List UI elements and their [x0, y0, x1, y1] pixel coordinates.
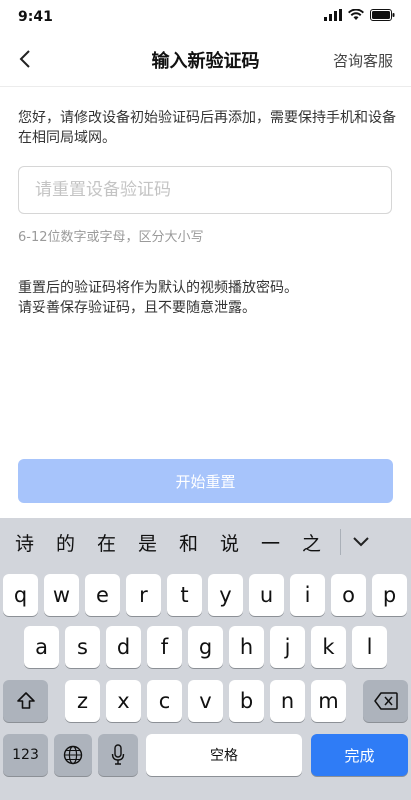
microphone-icon [111, 744, 125, 765]
shift-key[interactable] [3, 680, 48, 722]
key-o[interactable]: o [331, 574, 366, 616]
key-w[interactable]: w [44, 574, 79, 616]
key-x[interactable]: x [106, 680, 141, 722]
key-c[interactable]: c [147, 680, 182, 722]
delete-key[interactable] [363, 680, 408, 722]
note-line-1: 重置后的验证码将作为默认的视频播放密码。 [18, 280, 298, 296]
globe-key[interactable] [54, 734, 92, 776]
key-l[interactable]: l [352, 626, 387, 668]
signal-icon [324, 9, 342, 21]
status-time: 9:41 [18, 9, 53, 25]
expand-candidates-button[interactable] [341, 537, 381, 547]
customer-service-link[interactable]: 咨询客服 [333, 50, 393, 71]
chevron-down-icon [353, 537, 369, 547]
description-text: 您好，请修改设备初始验证码后再添加，需要保持手机和设备在相同局域网。 [18, 110, 396, 146]
key-z[interactable]: z [65, 680, 100, 722]
key-h[interactable]: h [229, 626, 264, 668]
key-g[interactable]: g [188, 626, 223, 668]
key-t[interactable]: t [167, 574, 202, 616]
reset-note: 重置后的验证码将作为默认的视频播放密码。 请妥善保存验证码，且不要随意泄露。 [18, 278, 398, 318]
candidate-word[interactable]: 在 [86, 529, 127, 556]
verification-code-field[interactable] [18, 166, 392, 214]
start-reset-button[interactable]: 开始重置 [18, 459, 393, 503]
key-u[interactable]: u [249, 574, 284, 616]
input-hint: 6-12位数字或字母，区分大小写 [18, 230, 204, 245]
nav-bar: 输入新验证码 咨询客服 [0, 32, 411, 87]
key-k[interactable]: k [311, 626, 346, 668]
candidate-word[interactable]: 一 [250, 529, 291, 556]
key-a[interactable]: a [24, 626, 59, 668]
keyboard: 诗 的 在 是 和 说 一 之 q w e r t y u i o p a s … [0, 518, 411, 800]
globe-icon [63, 745, 83, 765]
shift-icon [16, 692, 35, 709]
wifi-icon [348, 9, 364, 20]
key-b[interactable]: b [229, 680, 264, 722]
note-line-2: 请妥善保存验证码，且不要随意泄露。 [18, 300, 256, 316]
candidate-word[interactable]: 的 [45, 529, 86, 556]
key-p[interactable]: p [372, 574, 407, 616]
key-y[interactable]: y [208, 574, 243, 616]
microphone-key[interactable] [98, 734, 138, 776]
done-key[interactable]: 完成 [311, 734, 408, 776]
candidate-bar: 诗 的 在 是 和 说 一 之 [0, 518, 411, 566]
key-r[interactable]: r [126, 574, 161, 616]
key-v[interactable]: v [188, 680, 223, 722]
status-icons [324, 9, 395, 21]
key-e[interactable]: e [85, 574, 120, 616]
key-f[interactable]: f [147, 626, 182, 668]
candidate-word[interactable]: 说 [209, 529, 250, 556]
candidate-word[interactable]: 之 [291, 529, 332, 556]
candidate-word[interactable]: 诗 [4, 529, 45, 556]
key-j[interactable]: j [270, 626, 305, 668]
candidate-word[interactable]: 和 [168, 529, 209, 556]
key-i[interactable]: i [290, 574, 325, 616]
numbers-key[interactable]: 123 [3, 734, 48, 776]
battery-icon [370, 9, 395, 21]
key-q[interactable]: q [3, 574, 38, 616]
key-s[interactable]: s [65, 626, 100, 668]
space-key[interactable]: 空格 [146, 734, 302, 776]
candidate-word[interactable]: 是 [127, 529, 168, 556]
key-n[interactable]: n [270, 680, 305, 722]
key-m[interactable]: m [311, 680, 346, 722]
backspace-icon [373, 692, 398, 710]
verification-code-input[interactable] [33, 167, 377, 213]
status-bar: 9:41 [0, 0, 411, 32]
key-d[interactable]: d [106, 626, 141, 668]
